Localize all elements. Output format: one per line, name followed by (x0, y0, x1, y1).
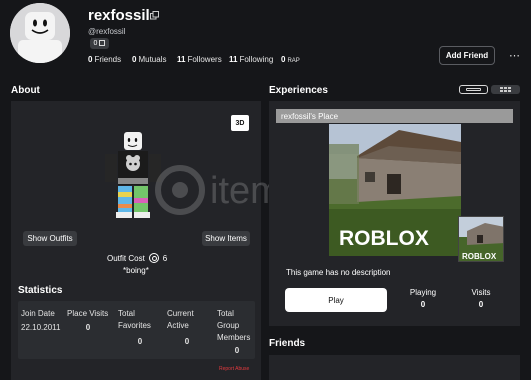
stat-current-active: Current Active 0 (167, 309, 194, 346)
about-heading: About (11, 85, 40, 96)
copy-icon[interactable] (150, 11, 159, 20)
show-outfits-button[interactable]: Show Outfits (23, 231, 77, 246)
stat-friends[interactable]: 0 Friends (88, 55, 121, 64)
username: rexfossil (88, 7, 150, 24)
outfit-cost-value: 6 (162, 253, 168, 263)
stat-total-group-members: Total Group Members 0 (217, 309, 251, 355)
friends-heading: Friends (269, 338, 306, 349)
stat-join-date: Join Date 22.10.2011 (21, 309, 61, 332)
carousel-view-toggle[interactable] (459, 85, 488, 94)
add-friend-button[interactable]: Add Friend (439, 46, 495, 65)
experiences-heading: Experiences (269, 85, 328, 96)
roblox-logo-text: ROBLOX (339, 227, 429, 250)
avatar (10, 3, 70, 63)
place-title-bar[interactable]: rexfossil's Place (276, 109, 513, 123)
visits-stat: Visits 0 (471, 288, 491, 309)
outfit-cost-label: Outfit Cost (107, 253, 145, 263)
user-handle: @rexfossil (88, 27, 126, 36)
stat-rap: 0 RAP (281, 55, 300, 64)
stat-following[interactable]: 11 Following (229, 55, 273, 64)
robux-count: 0 (93, 40, 98, 47)
stat-followers[interactable]: 11 Followers (177, 55, 222, 64)
show-items-button[interactable]: Show Items (202, 231, 250, 246)
place-thumbnail[interactable]: ROBLOX (329, 124, 461, 256)
robux-icon (99, 39, 106, 48)
view-3d-button[interactable]: 3D (231, 115, 249, 131)
statistics-heading: Statistics (18, 285, 63, 296)
report-abuse-link[interactable]: Report Abuse (219, 366, 249, 372)
robux-badge: 0 (90, 38, 109, 49)
stat-place-visits: Place Visits 0 (67, 309, 109, 332)
game-description: This game has no description (286, 268, 391, 277)
stat-mutuals[interactable]: 0 Mutuals (132, 55, 166, 64)
more-icon[interactable]: ⋯ (509, 49, 520, 62)
grid-view-icon (499, 87, 511, 92)
play-button[interactable]: Play (285, 288, 387, 312)
stat-total-favorites: Total Favorites 0 (118, 309, 151, 346)
grid-view-toggle[interactable] (491, 85, 520, 94)
outfit-name: *boing* (123, 266, 149, 275)
place-thumbnail-small[interactable]: ROBLOX (458, 216, 504, 262)
playing-stat: Playing 0 (409, 288, 437, 309)
friends-panel (269, 355, 520, 380)
roblox-logo-small-text: ROBLOX (462, 252, 497, 261)
robux-icon (148, 253, 159, 263)
outfit-cost: Outfit Cost 6 (107, 253, 167, 263)
carousel-view-icon (466, 88, 481, 91)
